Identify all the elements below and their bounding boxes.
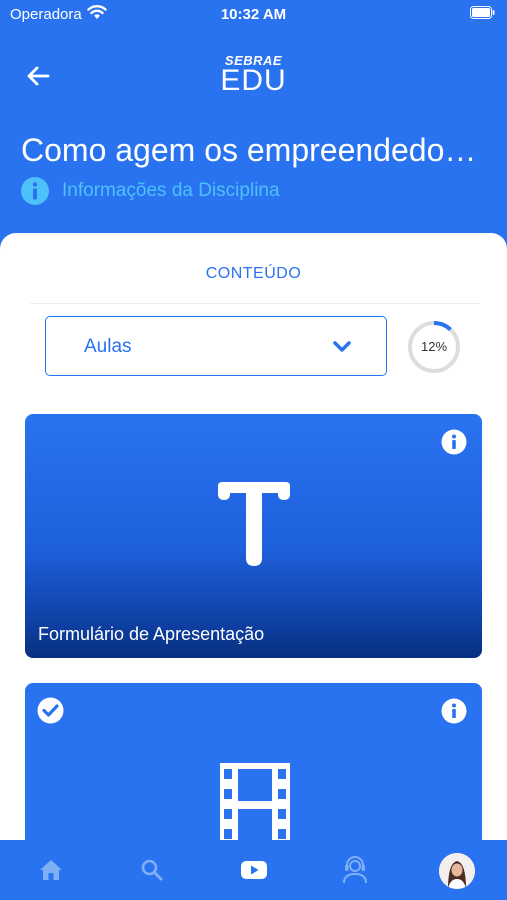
- lesson-card[interactable]: [25, 683, 482, 853]
- tab-support[interactable]: [335, 850, 375, 890]
- course-title: Como agem os empreendedo…: [21, 132, 477, 168]
- info-link-label: Informações da Disciplina: [62, 180, 280, 201]
- check-circle-icon: [37, 697, 64, 724]
- text-icon: [218, 482, 290, 566]
- battery-icon: [470, 6, 495, 19]
- card-title: Formulário de Apresentação: [38, 624, 265, 644]
- search-icon: [141, 859, 163, 881]
- support-icon: [343, 856, 367, 884]
- chevron-down-icon: [333, 341, 351, 352]
- play-icon: [241, 861, 267, 879]
- lesson-card[interactable]: Formulário de Apresentação: [25, 414, 482, 658]
- info-icon[interactable]: [441, 698, 467, 724]
- avatar-image: [439, 853, 475, 889]
- sebrae-edu-logo: SEBRAE EDU: [0, 54, 507, 97]
- status-bar: Operadora 10:32 AM: [0, 0, 507, 30]
- home-icon: [40, 860, 62, 880]
- progress-percent: 12%: [420, 339, 448, 354]
- info-icon[interactable]: [441, 429, 467, 455]
- select-value: Aulas: [84, 336, 132, 357]
- info-icon: [21, 177, 49, 205]
- status-time: 10:32 AM: [220, 6, 287, 23]
- tab-home[interactable]: [31, 850, 71, 890]
- logo-bottom-text: EDU: [220, 64, 287, 97]
- lesson-type-select[interactable]: Aulas: [45, 316, 387, 376]
- tab-videos[interactable]: [234, 850, 274, 890]
- tab-bar: [0, 840, 507, 900]
- section-label: CONTEÚDO: [205, 265, 302, 282]
- tab-search[interactable]: [132, 850, 172, 890]
- profile-avatar[interactable]: [439, 853, 475, 889]
- section-divider: [30, 303, 480, 304]
- course-info-link[interactable]: Informações da Disciplina: [20, 176, 280, 206]
